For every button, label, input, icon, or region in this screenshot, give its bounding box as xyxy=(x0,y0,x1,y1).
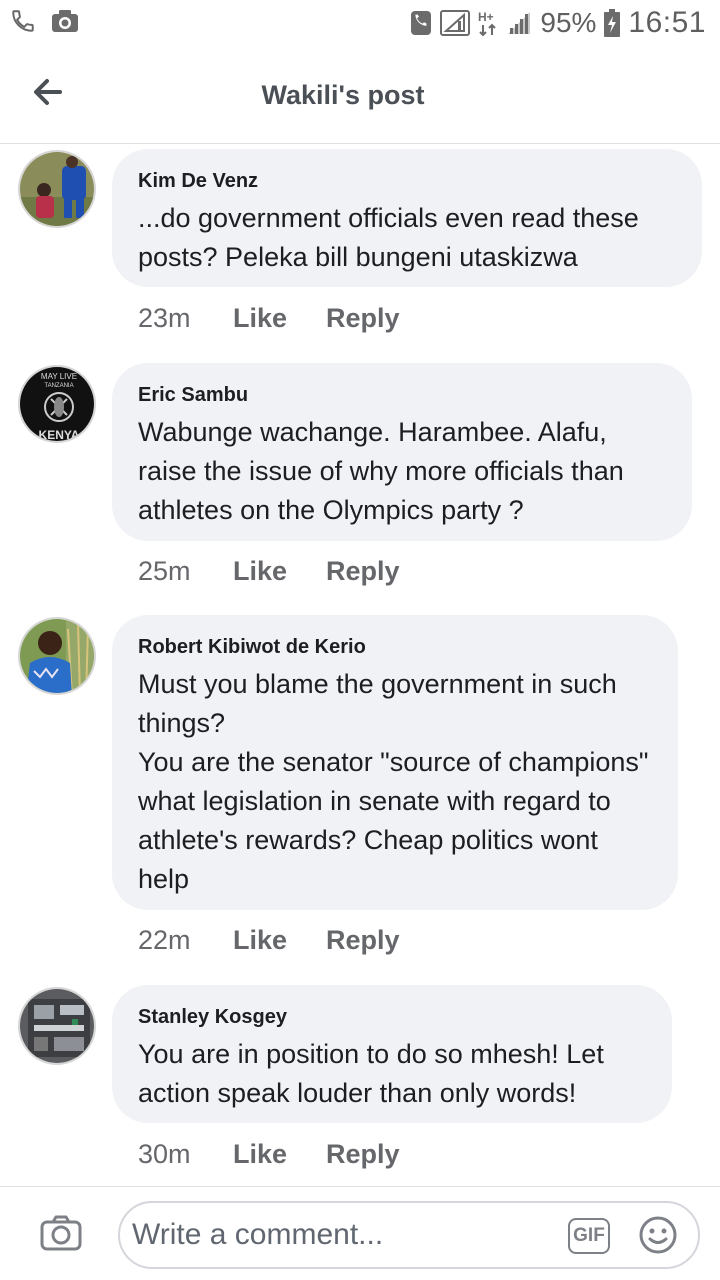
battery-icon xyxy=(604,9,621,37)
comment-timestamp: 22m xyxy=(138,925,191,955)
like-button[interactable]: Like xyxy=(233,925,326,956)
comment-bubble: Kim De Venz ...do government officials e… xyxy=(112,149,702,287)
comment-author[interactable]: Eric Sambu xyxy=(138,383,666,407)
like-button[interactable]: Like xyxy=(233,556,326,587)
comment-bubble: Stanley Kosgey You are in position to do… xyxy=(112,985,672,1123)
comment-actions: 22m Like Reply xyxy=(138,925,400,956)
reply-button[interactable]: Reply xyxy=(326,1139,400,1170)
comment-author[interactable]: Stanley Kosgey xyxy=(138,1005,646,1029)
avatar-photo-icon xyxy=(20,152,94,226)
comment-timestamp: 23m xyxy=(138,303,191,333)
avatar-photo-icon xyxy=(20,619,94,693)
smiley-icon[interactable] xyxy=(638,1215,678,1255)
comment-actions: 30m Like Reply xyxy=(138,1139,400,1170)
comment-actions: 25m Like Reply xyxy=(138,556,400,587)
comment-text: Wabunge wachange. Harambee. Alafu, raise… xyxy=(138,417,624,525)
comment-input-box[interactable]: GIF xyxy=(118,1201,700,1269)
svg-text:TANZANIA: TANZANIA xyxy=(44,383,73,389)
comment-input[interactable] xyxy=(132,1211,552,1259)
comment-composer: GIF xyxy=(0,1186,720,1280)
camera-notification-icon xyxy=(52,10,78,32)
call-signal-icon xyxy=(411,11,432,35)
avatar[interactable] xyxy=(18,617,96,695)
avatar-photo-icon xyxy=(20,989,94,1063)
comment-bubble: Robert Kibiwot de Kerio Must you blame t… xyxy=(112,615,678,910)
comment-bubble: Eric Sambu Wabunge wachange. Harambee. A… xyxy=(112,363,692,541)
reply-button[interactable]: Reply xyxy=(326,556,400,587)
like-button[interactable]: Like xyxy=(233,303,326,334)
svg-text:MAY LIVE: MAY LIVE xyxy=(41,372,77,381)
phone-icon xyxy=(12,10,34,32)
avatar[interactable] xyxy=(18,987,96,1065)
comment-timestamp: 25m xyxy=(138,556,191,586)
battery-percent: 95% xyxy=(540,7,597,38)
gif-button[interactable]: GIF xyxy=(568,1218,610,1254)
signal-icon xyxy=(440,10,471,36)
reply-button[interactable]: Reply xyxy=(326,303,400,334)
comment-author[interactable]: Kim De Venz xyxy=(138,169,676,193)
comment-list[interactable]: Kim De Venz ...do government officials e… xyxy=(0,145,720,1185)
comment-actions: 23m Like Reply xyxy=(138,303,400,334)
status-right-icons: H+ 95% 16:51 xyxy=(410,6,706,40)
comment-author[interactable]: Robert Kibiwot de Kerio xyxy=(138,635,652,659)
comment-text: You are in position to do so mhesh! Let … xyxy=(138,1039,604,1108)
svg-text:H+: H+ xyxy=(478,10,494,24)
like-button[interactable]: Like xyxy=(233,1139,326,1170)
avatar[interactable] xyxy=(18,150,96,228)
svg-text:KENYA: KENYA xyxy=(39,428,80,442)
status-left-icons xyxy=(10,8,80,34)
comment-text: ...do government officials even read the… xyxy=(138,203,639,272)
h-plus-icon: H+ xyxy=(478,10,497,37)
comment-timestamp: 30m xyxy=(138,1139,191,1169)
signal-bars-icon xyxy=(508,12,531,34)
avatar-logo-icon: MAY LIVE TANZANIA KENYA xyxy=(20,367,94,442)
comment-text: Must you blame the government in such th… xyxy=(138,669,649,894)
status-bar: H+ 95% 16:51 xyxy=(0,0,720,48)
camera-icon[interactable] xyxy=(40,1215,82,1251)
post-header: Wakili's post xyxy=(0,48,720,144)
page-title: Wakili's post xyxy=(261,80,425,110)
clock: 16:51 xyxy=(628,6,706,39)
avatar[interactable]: MAY LIVE TANZANIA KENYA xyxy=(18,365,96,443)
reply-button[interactable]: Reply xyxy=(326,925,400,956)
